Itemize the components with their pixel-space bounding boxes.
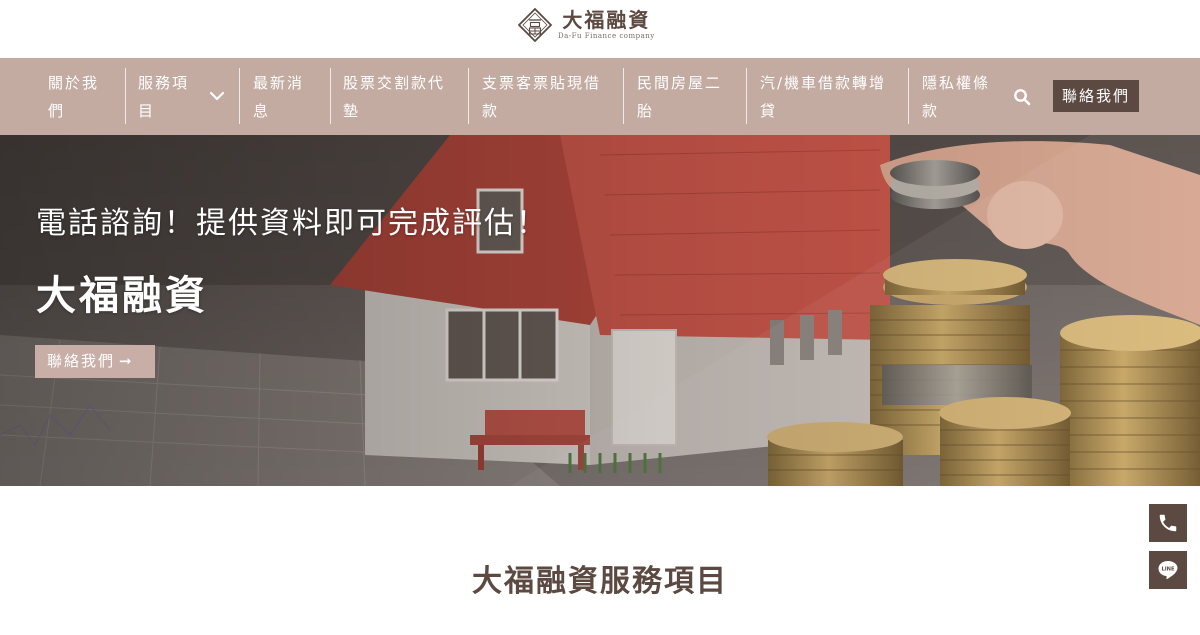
nav-divider: [623, 68, 624, 124]
nav-divider: [908, 68, 909, 124]
nav-item-label: 隱私權條: [922, 74, 991, 92]
nav-item-label: 款: [482, 102, 500, 120]
floating-line-button[interactable]: LINE: [1149, 551, 1187, 589]
line-chat-icon: LINE: [1158, 561, 1178, 580]
nav-item-label: 汽/機車借款轉增: [760, 74, 887, 92]
nav-contact-button[interactable]: 聯絡我們: [1053, 80, 1139, 112]
logo-subtitle: Da-Fu Finance company: [558, 32, 655, 40]
arrow-right-icon: ➞: [119, 352, 134, 370]
nav-item-label: 墊: [343, 102, 361, 120]
nav-item-label: 貸: [760, 102, 778, 120]
logo-mark-icon: [518, 8, 552, 42]
nav-item-second-mortgage[interactable]: 民間房屋二 胎: [637, 69, 741, 125]
main-navigation: 關於我 們 服務項 目 最新消 息 股票交割款代 墊 支票客票貼現借 款 民間房…: [0, 58, 1200, 135]
nav-divider: [125, 68, 126, 124]
nav-item-label: 支票客票貼現借: [482, 74, 602, 92]
nav-item-label: 款: [922, 102, 940, 120]
hero-title: 大福融資: [36, 273, 208, 319]
site-logo[interactable]: 大福融資 Da-Fu Finance company: [518, 8, 655, 42]
nav-divider: [468, 68, 469, 124]
nav-item-label: 目: [138, 102, 156, 120]
line-icon-text: LINE: [1161, 567, 1175, 573]
header-logo-bar: 大福融資 Da-Fu Finance company: [0, 0, 1200, 58]
hero-contact-button[interactable]: 聯絡我們 ➞: [35, 345, 155, 378]
nav-item-label: 關於我: [48, 74, 100, 92]
nav-divider: [746, 68, 747, 124]
nav-item-label: 股票交割款代: [343, 74, 446, 92]
nav-item-label: 最新消: [253, 74, 305, 92]
nav-item-label: 們: [48, 102, 66, 120]
nav-item-label: 民間房屋二: [637, 74, 723, 92]
services-section-title: 大福融資服務項目: [472, 564, 728, 599]
nav-item-label: 胎: [637, 102, 655, 120]
nav-divider: [239, 68, 240, 124]
logo-name: 大福融資: [562, 8, 651, 32]
chevron-down-icon[interactable]: [208, 87, 226, 105]
hero-subtitle: 電話諮詢！提供資料即可完成評估！: [36, 206, 548, 241]
hero-banner: 電話諮詢！提供資料即可完成評估！ 大福融資 聯絡我們 ➞: [0, 135, 1200, 486]
nav-item-about[interactable]: 關於我 們: [48, 69, 118, 125]
nav-item-news[interactable]: 最新消 息: [253, 69, 323, 125]
nav-item-stock-settlement[interactable]: 股票交割款代 墊: [343, 69, 463, 125]
nav-item-services[interactable]: 服務項 目: [138, 69, 208, 125]
nav-item-privacy[interactable]: 隱私權條 款: [922, 69, 1002, 125]
nav-item-label: 服務項: [138, 74, 190, 92]
nav-item-vehicle-loan[interactable]: 汽/機車借款轉增 貸: [760, 69, 905, 125]
floating-phone-button[interactable]: [1149, 504, 1187, 542]
nav-item-check-discount[interactable]: 支票客票貼現借 款: [482, 69, 620, 125]
search-icon[interactable]: [1013, 88, 1031, 106]
hero-contact-label: 聯絡我們: [47, 352, 116, 370]
nav-divider: [330, 68, 331, 124]
nav-item-label: 息: [253, 102, 271, 120]
phone-icon: [1159, 514, 1177, 532]
